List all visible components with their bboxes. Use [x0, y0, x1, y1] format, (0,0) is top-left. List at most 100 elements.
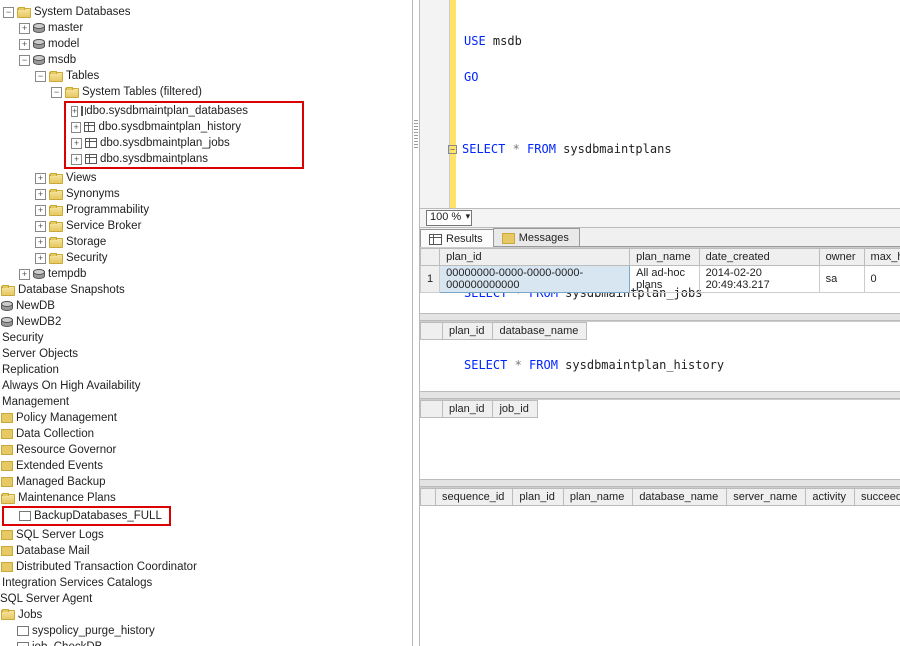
tree-db-snapshots[interactable]: +Database Snapshots — [0, 282, 410, 298]
tree-tempdb[interactable]: +tempdb — [18, 266, 410, 282]
tree-sql-agent[interactable]: −SQL Server Agent — [0, 591, 410, 607]
collapse-icon[interactable]: − — [51, 87, 62, 98]
tree-replication[interactable]: +Replication — [0, 362, 410, 378]
tree-system-tables[interactable]: −System Tables (filtered) — [50, 84, 410, 100]
tree-system-databases[interactable]: −System Databases — [2, 4, 410, 20]
expand-icon[interactable]: + — [71, 122, 81, 133]
tree-managed-backup[interactable]: +Managed Backup — [0, 474, 410, 490]
col-header[interactable]: plan_id — [513, 489, 563, 506]
col-header[interactable]: server_name — [727, 489, 806, 506]
tree-maintenance-plans[interactable]: −Maintenance Plans — [0, 490, 410, 506]
tree-aoha[interactable]: +Always On High Availability — [0, 378, 410, 394]
object-explorer[interactable]: −System Databases +master +model −msdb −… — [0, 0, 412, 646]
tree-server-objects[interactable]: +Server Objects — [0, 346, 410, 362]
grid-splitter[interactable] — [420, 313, 900, 321]
col-header[interactable]: plan_name — [630, 249, 699, 266]
expand-icon[interactable]: + — [19, 269, 30, 280]
expand-icon[interactable]: + — [35, 221, 46, 232]
col-header[interactable]: database_name — [633, 489, 727, 506]
grid-splitter[interactable] — [420, 391, 900, 399]
col-header[interactable]: plan_name — [563, 489, 632, 506]
zoom-combo[interactable]: 100 % — [426, 210, 472, 226]
tab-messages[interactable]: Messages — [493, 228, 580, 246]
mail-icon — [1, 546, 13, 556]
expand-icon[interactable]: + — [35, 237, 46, 248]
col-header[interactable]: plan_id — [443, 401, 493, 418]
tree-tables[interactable]: −Tables — [34, 68, 410, 84]
tree-resource-governor[interactable]: +Resource Governor — [0, 442, 410, 458]
col-header[interactable]: succeeded — [855, 489, 900, 506]
tree-table-item[interactable]: +dbo.sysdbmaintplans — [70, 151, 242, 167]
tree-newdb2[interactable]: +NewDB2 — [0, 314, 410, 330]
outline-collapse-icon[interactable]: − — [448, 145, 457, 154]
expand-icon[interactable]: + — [35, 189, 46, 200]
result-grid-3[interactable]: plan_id job_id — [420, 399, 900, 479]
grid-splitter[interactable] — [420, 479, 900, 487]
col-header[interactable]: activity — [806, 489, 855, 506]
tree-master[interactable]: +master — [18, 20, 410, 36]
folder-icon — [49, 72, 63, 82]
tree-security[interactable]: +Security — [34, 250, 410, 266]
table-icon — [85, 154, 97, 164]
tree-newdb[interactable]: +NewDB — [0, 298, 410, 314]
expand-icon[interactable]: + — [71, 154, 82, 165]
tree-isc[interactable]: +Integration Services Catalogs — [0, 575, 410, 591]
tab-results[interactable]: Results — [420, 229, 494, 247]
expand-icon[interactable]: + — [35, 173, 46, 184]
col-header[interactable]: database_name — [493, 323, 587, 340]
result-grid-4[interactable]: sequence_id plan_id plan_name database_n… — [420, 487, 900, 526]
tree-job-item[interactable]: syspolicy_purge_history — [2, 623, 410, 639]
expand-icon[interactable]: + — [35, 205, 46, 216]
splitter[interactable] — [412, 0, 420, 646]
col-header[interactable]: max_hi — [864, 249, 900, 266]
col-header[interactable]: sequence_id — [436, 489, 513, 506]
tree-sql-logs[interactable]: +SQL Server Logs — [0, 527, 410, 543]
col-header[interactable]: date_created — [699, 249, 819, 266]
tree-backup-plan[interactable]: BackupDatabases_FULL — [4, 508, 163, 524]
expand-icon[interactable]: + — [71, 138, 82, 149]
collapse-icon[interactable]: − — [3, 7, 14, 18]
cell-plan-id[interactable]: 00000000-0000-0000-0000-000000000000 — [440, 266, 630, 293]
tree-job-item[interactable]: job_CheckDB — [2, 639, 410, 646]
grip-icon — [414, 120, 418, 150]
folder-icon — [49, 206, 63, 216]
col-header[interactable]: owner — [819, 249, 864, 266]
results-area: plan_id plan_name date_created owner max… — [420, 247, 900, 646]
tree-msdb[interactable]: −msdb — [18, 52, 410, 68]
result-grid-1[interactable]: plan_id plan_name date_created owner max… — [420, 247, 900, 313]
folder-icon — [49, 190, 63, 200]
collapse-icon[interactable]: − — [19, 55, 30, 66]
tree-programmability[interactable]: +Programmability — [34, 202, 410, 218]
tree-model[interactable]: +model — [18, 36, 410, 52]
sql-editor[interactable]: USE msdb GO −SELECT * FROM sysdbmaintpla… — [420, 0, 900, 208]
expand-icon[interactable]: + — [19, 23, 30, 34]
expand-icon[interactable]: + — [35, 253, 46, 264]
folder-icon — [49, 174, 63, 184]
expand-icon[interactable]: + — [19, 39, 30, 50]
tree-table-item[interactable]: +dbo.sysdbmaintplan_jobs — [70, 135, 242, 151]
tree-management[interactable]: −Management — [0, 394, 410, 410]
col-header[interactable]: plan_id — [443, 323, 493, 340]
tree-storage[interactable]: +Storage — [34, 234, 410, 250]
tree-data-collection[interactable]: +Data Collection — [0, 426, 410, 442]
tree-top-security[interactable]: +Security — [0, 330, 410, 346]
tree-synonyms[interactable]: +Synonyms — [34, 186, 410, 202]
tree-service-broker[interactable]: +Service Broker — [34, 218, 410, 234]
tree-table-item[interactable]: +dbo.sysdbmaintplan_history — [70, 119, 242, 135]
collapse-icon[interactable]: − — [35, 71, 46, 82]
table-row[interactable]: 1 00000000-0000-0000-0000-000000000000 A… — [421, 266, 900, 293]
tree-extended-events[interactable]: +Extended Events — [0, 458, 410, 474]
tree-database-mail[interactable]: Database Mail — [0, 543, 410, 559]
col-header[interactable]: plan_id — [440, 249, 630, 266]
folder-icon — [49, 254, 63, 264]
tree-dtc[interactable]: Distributed Transaction Coordinator — [0, 559, 410, 575]
result-grid-2[interactable]: plan_id database_name — [420, 321, 900, 391]
folder-icon — [49, 238, 63, 248]
tree-jobs[interactable]: −Jobs — [0, 607, 410, 623]
code-area[interactable]: USE msdb GO −SELECT * FROM sysdbmaintpla… — [456, 0, 900, 208]
tree-views[interactable]: +Views — [34, 170, 410, 186]
tree-table-item[interactable]: +dbo.sysdbmaintplan_databases — [70, 103, 242, 119]
expand-icon[interactable]: + — [71, 106, 78, 117]
col-header[interactable]: job_id — [493, 401, 537, 418]
tree-policy[interactable]: +Policy Management — [0, 410, 410, 426]
